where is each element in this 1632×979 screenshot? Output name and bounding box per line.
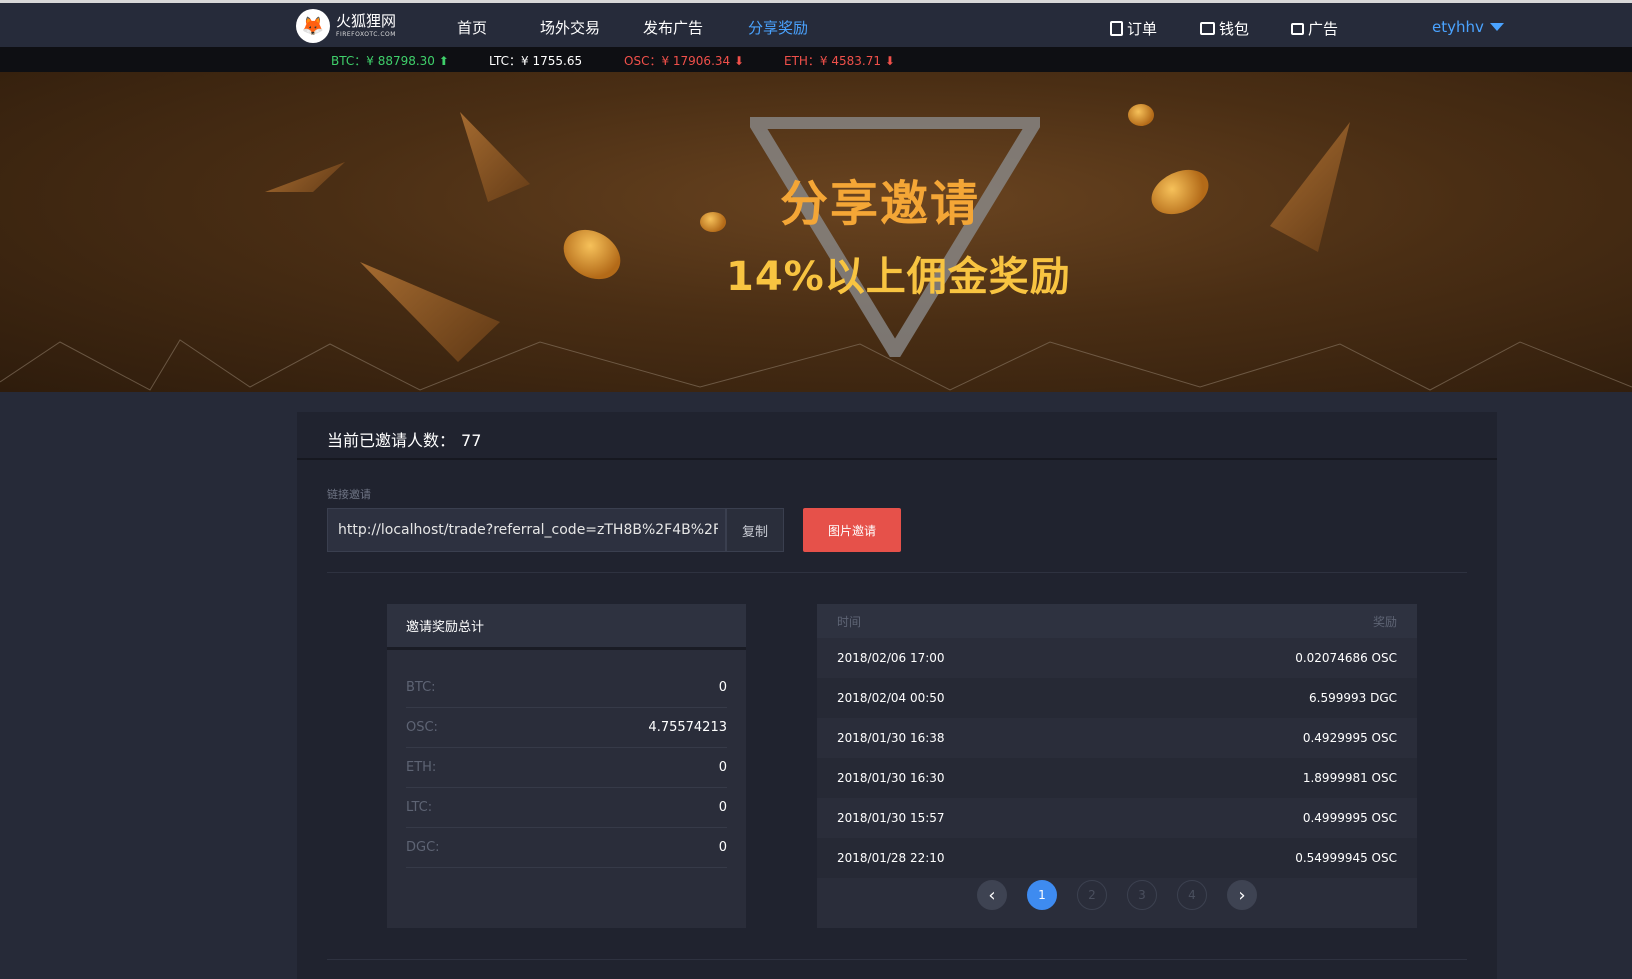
price-ticker: BTC：¥ 88798.30 ⬆ LTC：¥ 1755.65 OSC：¥ 179…	[0, 47, 1632, 72]
page-button-2[interactable]: 2	[1077, 880, 1107, 910]
share-invite-banner: 分享邀请 14%以上佣金奖励	[0, 72, 1632, 392]
column-header-time: 时间	[837, 614, 862, 629]
banner-title: 分享邀请	[780, 176, 981, 232]
table-row: 2018/01/30 15:57 0.4999995 OSC	[817, 798, 1417, 838]
table-row: 2018/01/30 16:30 1.8999981 OSC	[817, 758, 1417, 798]
logo-text: 火狐狸网 FIREFOXOTC.COM	[336, 14, 396, 38]
page-button-3[interactable]: 3	[1127, 880, 1157, 910]
page-button-4[interactable]: 4	[1177, 880, 1207, 910]
divider	[327, 959, 1467, 960]
total-row: DGC: 0	[406, 828, 727, 868]
total-row: OSC: 4.75574213	[406, 708, 727, 748]
nav-post-ad[interactable]: 发布广告	[643, 17, 703, 38]
banner-subtitle: 14%以上佣金奖励	[726, 254, 1071, 300]
total-currency: OSC:	[406, 720, 438, 735]
row-time: 2018/01/30 15:57	[837, 811, 945, 825]
orders-link[interactable]: 订单	[1110, 18, 1157, 39]
fox-logo-icon: 🦊	[296, 9, 330, 43]
row-time: 2018/01/30 16:38	[837, 731, 945, 745]
wallet-label: 钱包	[1219, 20, 1250, 38]
total-currency: BTC:	[406, 680, 436, 695]
invite-panel: 当前已邀请人数： 77 链接邀请 复制 图片邀请 邀请奖励总计 BTC: 0 OS…	[297, 412, 1497, 979]
table-header: 时间 奖励	[817, 604, 1417, 638]
ticker-ltc: LTC：¥ 1755.65	[489, 54, 583, 68]
row-time: 2018/02/04 00:50	[837, 691, 945, 705]
coin-decor	[1144, 161, 1216, 223]
nav-home[interactable]: 首页	[457, 17, 487, 38]
table-row: 2018/01/30 16:38 0.4929995 OSC	[817, 718, 1417, 758]
orders-label: 订单	[1127, 20, 1158, 38]
total-currency: LTC:	[406, 800, 433, 815]
row-reward: 0.4999995 OSC	[1302, 811, 1397, 825]
row-time: 2018/02/06 17:00	[837, 651, 945, 665]
table-row: 2018/01/28 22:10 0.54999945 OSC	[817, 838, 1417, 878]
link-invite-label: 链接邀请	[327, 488, 371, 501]
next-page-button[interactable]: ›	[1227, 880, 1257, 910]
ticker-eth: ETH：¥ 4583.71 ⬇	[784, 54, 895, 68]
document-icon	[1110, 21, 1123, 36]
total-amount: 0	[718, 680, 727, 695]
chevron-down-icon	[1489, 23, 1504, 31]
total-row: ETH: 0	[406, 748, 727, 788]
nav-share-reward[interactable]: 分享奖励	[748, 17, 808, 38]
table-row: 2018/02/04 00:50 6.599993 DGC	[817, 678, 1417, 718]
row-time: 2018/01/28 22:10	[837, 851, 945, 865]
coin-decor	[700, 212, 726, 232]
divider	[327, 572, 1467, 573]
referral-link-input[interactable]	[338, 522, 718, 538]
column-header-reward: 奖励	[1372, 614, 1397, 629]
nav-otc-trade[interactable]: 场外交易	[540, 17, 600, 38]
reward-history-table: 时间 奖励 2018/02/06 17:00 0.02074686 OSC 20…	[817, 604, 1417, 928]
invite-count-label: 当前已邀请人数：	[327, 431, 456, 450]
ticker-osc: OSC：¥ 17906.34 ⬇	[624, 54, 745, 68]
row-reward: 1.8999981 OSC	[1302, 771, 1397, 785]
coin-decor	[554, 220, 630, 289]
decor-shard	[460, 112, 530, 202]
site-logo[interactable]: 🦊 火狐狸网 FIREFOXOTC.COM	[296, 7, 396, 45]
logo-name: 火狐狸网	[336, 12, 397, 30]
total-amount: 0	[718, 760, 727, 775]
ads-link[interactable]: 广告	[1291, 18, 1338, 39]
coin-decor	[1128, 104, 1154, 126]
total-currency: ETH:	[406, 760, 437, 775]
triangle-frame	[750, 117, 1040, 357]
wallet-icon	[1200, 22, 1215, 35]
image-invite-button[interactable]: 图片邀请	[803, 508, 901, 552]
row-time: 2018/01/30 16:30	[837, 771, 945, 785]
invite-count: 当前已邀请人数： 77	[327, 427, 481, 451]
total-currency: DGC:	[406, 840, 440, 855]
invite-count-value: 77	[461, 431, 482, 450]
logo-domain: FIREFOXOTC.COM	[336, 31, 396, 38]
username: etyhhv	[1432, 18, 1484, 36]
billboard-icon	[1291, 22, 1304, 35]
wallet-link[interactable]: 钱包	[1200, 18, 1249, 39]
table-row: 2018/02/06 17:00 0.02074686 OSC	[817, 638, 1417, 678]
total-amount: 4.75574213	[648, 720, 727, 735]
reward-totals-card: 邀请奖励总计 BTC: 0 OSC: 4.75574213 ETH: 0 LTC…	[387, 604, 746, 928]
row-reward: 0.02074686 OSC	[1295, 651, 1397, 665]
prev-page-button[interactable]: ‹	[977, 880, 1007, 910]
row-reward: 0.54999945 OSC	[1295, 851, 1397, 865]
pagination: ‹ 1 2 3 4 ›	[817, 880, 1417, 912]
page-button-1[interactable]: 1	[1027, 880, 1057, 910]
total-row: BTC: 0	[406, 668, 727, 708]
ads-label: 广告	[1308, 20, 1339, 38]
network-lines	[0, 339, 1632, 391]
decor-shard	[1270, 122, 1350, 252]
total-amount: 0	[718, 840, 727, 855]
top-navbar: 🦊 火狐狸网 FIREFOXOTC.COM 首页 场外交易 发布广告 分享奖励 …	[0, 0, 1632, 47]
decor-shard	[265, 162, 345, 192]
total-row: LTC: 0	[406, 788, 727, 828]
reward-totals-title: 邀请奖励总计	[387, 604, 746, 650]
row-reward: 0.4929995 OSC	[1302, 731, 1397, 745]
row-reward: 6.599993 DGC	[1309, 691, 1397, 705]
decor-shard	[1370, 202, 1420, 242]
copy-button[interactable]: 复制	[726, 508, 784, 552]
user-menu[interactable]: etyhhv	[1432, 18, 1504, 36]
ticker-btc: BTC：¥ 88798.30 ⬆	[331, 54, 449, 68]
referral-link-field[interactable]	[327, 508, 726, 552]
total-amount: 0	[718, 800, 727, 815]
panel-header: 当前已邀请人数： 77	[297, 412, 1497, 460]
